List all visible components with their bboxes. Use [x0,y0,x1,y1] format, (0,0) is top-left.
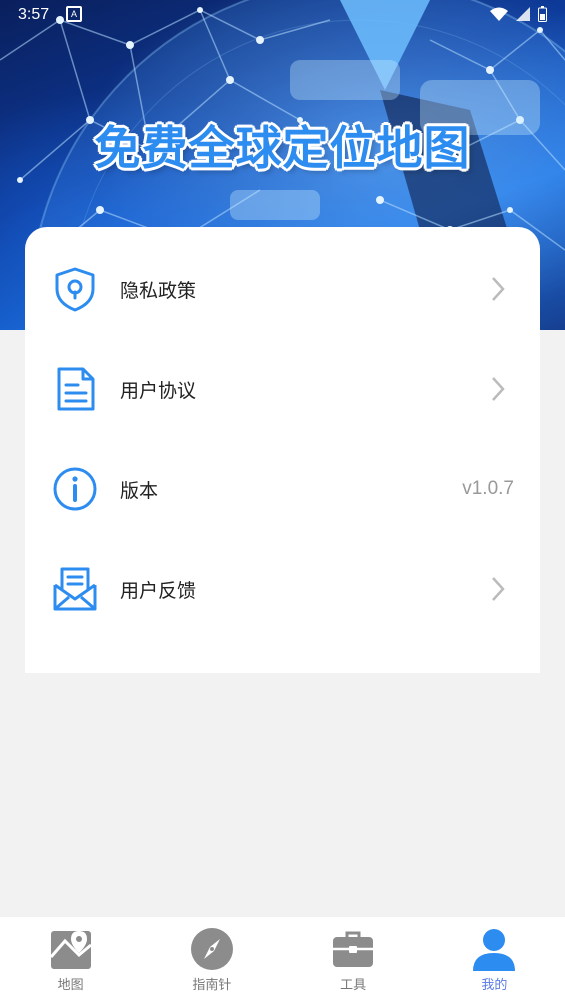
banner-title: 免费全球定位地图 [94,121,471,175]
nav-tab-mine[interactable]: 我的 [424,917,565,1004]
menu-item-label: 用户反馈 [120,579,197,602]
menu-item-feedback[interactable]: 用户反馈 [25,539,540,639]
nav-label: 地图 [57,978,84,993]
notification-icon: A [66,6,82,22]
map-pin-icon [49,931,92,969]
mail-feedback-icon [53,567,97,611]
signal-icon [516,7,530,21]
menu-item-privacy[interactable]: 隐私政策 [25,239,540,339]
chevron-right-icon [492,377,505,401]
compass-icon [190,928,233,970]
settings-card: 隐私政策 用户协议 版本 v1.0.7 用户反馈 [25,227,540,673]
chevron-right-icon [492,277,505,301]
nav-label: 我的 [481,978,508,993]
chevron-right-icon [492,577,505,601]
status-bar: 3:57 A [0,0,565,30]
nav-tab-compass[interactable]: 指南针 [141,917,282,1004]
info-icon [53,467,97,511]
status-time: 3:57 [18,6,50,23]
toolbox-icon [333,931,374,967]
status-icons [490,6,547,22]
menu-item-label: 版本 [120,479,159,502]
nav-tab-tools[interactable]: 工具 [283,917,424,1004]
document-icon [57,367,95,411]
person-icon [473,929,516,971]
nav-label: 工具 [340,978,367,993]
version-value: v1.0.7 [462,478,514,499]
wifi-icon [490,7,508,21]
bottom-nav: 地图 指南针 工具 我的 [0,917,565,1004]
menu-item-label: 隐私政策 [120,279,197,302]
menu-item-user-agreement[interactable]: 用户协议 [25,339,540,439]
battery-icon [538,6,547,22]
menu-item-version: 版本 v1.0.7 [25,439,540,539]
menu-item-label: 用户协议 [120,379,197,402]
shield-lock-icon [55,267,95,312]
nav-label: 指南针 [192,978,232,993]
nav-tab-map[interactable]: 地图 [0,917,141,1004]
